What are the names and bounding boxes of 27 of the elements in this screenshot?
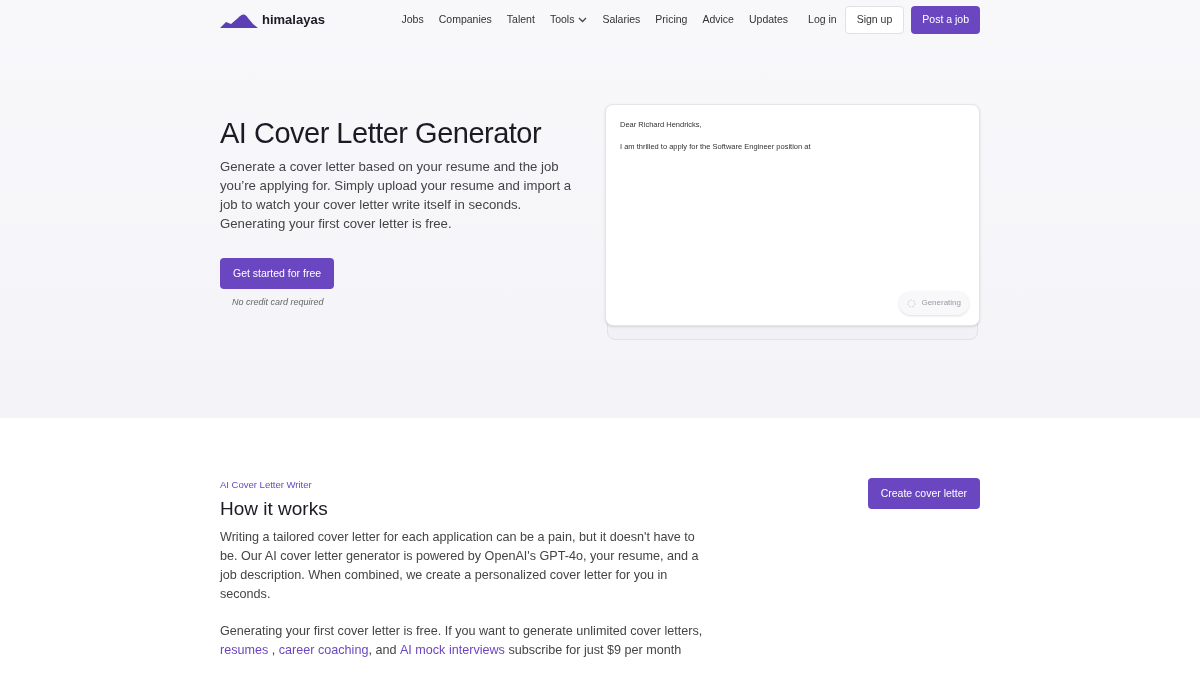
post-job-button[interactable]: Post a job [911, 6, 980, 34]
chevron-down-icon [578, 17, 588, 23]
generating-label: Generating [921, 297, 961, 309]
text-link[interactable]: AI mock interviews [399, 643, 505, 658]
get-started-button[interactable]: Get started for free [220, 258, 335, 289]
nav-link[interactable]: Jobs [401, 12, 424, 28]
nav-link[interactable]: Pricing [655, 12, 688, 28]
how-it-works-paragraph: Writing a tailored cover letter for each application can be a pain, but it doesn't have to be. Our AI cover letter generator is powered by OpenAI's GPT-4o, your resume, and a job description. When combined, we create a personalized cover letter for you in seconds. [220, 529, 700, 604]
section-eyebrow: AI Cover Letter Writer [220, 478, 313, 492]
nav-link[interactable]: Salaries [602, 12, 641, 28]
brand-name[interactable]: himalayas [262, 10, 325, 30]
pricing-paragraph: Generating your first cover letter is free. If you want to generate unlimited cover letters, resumes , career coaching, and AI mock interviews subscribe for just $9 per month [220, 623, 704, 660]
nav-link[interactable]: Talent [506, 12, 535, 28]
spinner-icon [907, 298, 917, 308]
hero-description: Generate a cover letter based on your resume and the job you’re applying for. Simply upload your resume and import a job to watch your cover letter write itself in seconds. Generating your first cover letter is free. [220, 158, 573, 233]
no-credit-card-note: No credit card required [232, 296, 325, 309]
nav-link[interactable]: Updates [748, 12, 789, 28]
hero-title: AI Cover Letter Generator [220, 116, 543, 151]
signup-button[interactable]: Sign up [844, 6, 905, 34]
nav-link[interactable]: Advice [702, 12, 734, 28]
nav-link[interactable]: Companies [438, 12, 492, 28]
text-link[interactable]: resumes [220, 643, 269, 658]
nav-link[interactable]: Tools [549, 12, 588, 28]
section-title: How it works [220, 497, 329, 522]
create-cover-letter-button[interactable]: Create cover letter [867, 478, 980, 509]
login-link[interactable]: Log in [808, 12, 837, 28]
mountain-logo-icon[interactable] [220, 12, 258, 28]
